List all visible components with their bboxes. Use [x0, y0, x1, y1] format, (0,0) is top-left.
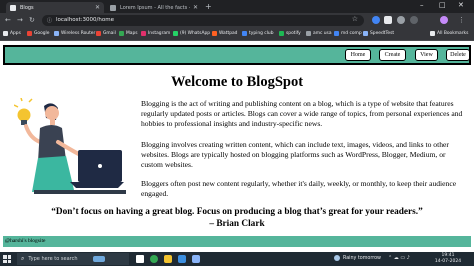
- browser-menu-icon[interactable]: ⋮: [458, 15, 465, 25]
- bookmark-speedtest[interactable]: SpeedtTest: [363, 31, 394, 36]
- bookmark-whatsapp[interactable]: (9) WhatsApp: [173, 31, 210, 36]
- task-view-icon[interactable]: [136, 255, 144, 263]
- blogger-illustration: [14, 98, 126, 194]
- tab-title: Blogs: [20, 4, 34, 11]
- address-bar[interactable]: ⓘ localhost:3000/home ☆: [42, 15, 364, 26]
- windows-start-icon[interactable]: [3, 255, 11, 263]
- bookmark-amc-usa[interactable]: amc usa: [306, 31, 332, 36]
- site-header: Home Create View Delete: [3, 45, 471, 65]
- bookmarks-bar: Apps Google Wireless Router Gmail Maps I…: [0, 28, 474, 41]
- bookmark-wattpad[interactable]: Wattpad: [212, 31, 237, 36]
- spotify-icon: [279, 31, 284, 36]
- google-icon: [27, 31, 32, 36]
- nav-home-button[interactable]: Home: [345, 49, 371, 61]
- close-window-icon[interactable]: ✕: [458, 1, 464, 9]
- site-info-icon[interactable]: ⓘ: [47, 17, 52, 24]
- taskbar-search-placeholder: Type here to search: [28, 256, 78, 262]
- tab-lorem-ipsum[interactable]: Lorem Ipsum - All the facts - L ✕: [106, 2, 202, 13]
- tab-close-icon[interactable]: ✕: [95, 4, 100, 11]
- whatsapp-icon: [173, 31, 178, 36]
- content-paragraph: Blogging involves creating written conte…: [141, 140, 449, 169]
- bookmark-typing-club[interactable]: typing club: [242, 31, 274, 36]
- amc-icon: [306, 31, 311, 36]
- extension-icon[interactable]: [372, 16, 380, 24]
- store-icon[interactable]: [192, 255, 200, 263]
- reload-icon[interactable]: ↻: [29, 15, 35, 25]
- weather-text: Rainy tomorrow: [343, 255, 381, 261]
- extensions-puzzle-icon[interactable]: [384, 16, 392, 24]
- maximize-icon[interactable]: □: [439, 1, 446, 9]
- taskbar-search-input[interactable]: ⌕ Type here to search: [17, 253, 129, 265]
- folder-icon: [430, 31, 435, 36]
- file-explorer-icon[interactable]: [164, 255, 172, 263]
- maps-icon: [119, 31, 124, 36]
- router-icon: [54, 31, 59, 36]
- system-tray-icons[interactable]: ⌃ ☁ ▭ ♪: [388, 255, 410, 261]
- bookmark-gmail[interactable]: Gmail: [96, 31, 116, 36]
- browser-tab-bar: Blogs ✕ Lorem Ipsum - All the facts - L …: [0, 0, 474, 13]
- nav-view-button[interactable]: View: [415, 49, 438, 61]
- bookmark-md-comp[interactable]: md comp: [334, 31, 362, 36]
- browser-toolbar: ← → ↻ ⓘ localhost:3000/home ☆ ⋮: [0, 13, 474, 28]
- frequency-paragraph: Bloggers often post new content regularl…: [141, 179, 457, 198]
- forward-arrow-icon[interactable]: →: [17, 15, 23, 25]
- speedtest-icon: [363, 31, 368, 36]
- clock-date: 14-07-2024: [434, 259, 462, 264]
- back-arrow-icon[interactable]: ←: [5, 15, 11, 25]
- lightbulb-icon: [14, 98, 33, 125]
- new-tab-plus-icon[interactable]: +: [205, 2, 212, 11]
- tab-favicon-icon: [10, 4, 16, 11]
- instagram-icon: [141, 31, 146, 36]
- tab-title: Lorem Ipsum - All the facts - L: [120, 4, 190, 11]
- gmail-icon: [96, 31, 101, 36]
- tab-favicon-icon: [110, 4, 116, 11]
- search-icon: ⌕: [21, 255, 25, 262]
- weather-widget[interactable]: Rainy tomorrow: [334, 255, 381, 261]
- bookmark-google[interactable]: Google: [27, 31, 49, 36]
- bookmark-apps[interactable]: Apps: [3, 31, 21, 36]
- site-footer: @harshi's blogsite: [3, 236, 471, 247]
- vscode-icon[interactable]: [178, 255, 186, 263]
- minimize-icon[interactable]: –: [420, 1, 424, 9]
- nav-delete-button[interactable]: Delete: [446, 49, 470, 61]
- search-highlight-icon: [93, 256, 105, 262]
- all-bookmarks[interactable]: All Bookmarks: [430, 31, 468, 36]
- bookmark-star-icon[interactable]: ☆: [352, 15, 358, 23]
- side-panel-icon[interactable]: [410, 16, 418, 24]
- wattpad-icon: [212, 31, 217, 36]
- bookmark-wireless-router[interactable]: Wireless Router: [54, 31, 95, 36]
- taskbar-clock[interactable]: 19:41 14-07-2024: [428, 253, 468, 265]
- laptop-icon: [70, 150, 124, 188]
- bookmark-spotify[interactable]: spotify: [279, 31, 301, 36]
- tab-blogs[interactable]: Blogs ✕: [6, 2, 104, 13]
- address-bar-url[interactable]: localhost:3000/home: [56, 16, 114, 25]
- downloads-icon[interactable]: [397, 16, 405, 24]
- windows-taskbar: ⌕ Type here to search Rainy tomorrow ⌃ ☁…: [0, 252, 474, 266]
- rain-cloud-icon: [334, 255, 340, 261]
- apps-grid-icon: [3, 31, 8, 36]
- tab-close-icon[interactable]: ✕: [193, 4, 198, 11]
- quote-text: “Don’t focus on having a great blog. Foc…: [51, 207, 423, 217]
- intro-paragraph: Blogging is the act of writing and publi…: [141, 99, 463, 128]
- page-title: Welcome to BlogSpot: [170, 74, 304, 90]
- chrome-icon[interactable]: [150, 255, 158, 263]
- profile-avatar[interactable]: [440, 16, 448, 24]
- bookmark-maps[interactable]: Maps: [119, 31, 138, 36]
- quote-author: – Brian Clark: [209, 219, 265, 229]
- md-comp-icon: [334, 31, 339, 36]
- nav-create-button[interactable]: Create: [379, 49, 406, 61]
- typing-club-icon: [242, 31, 247, 36]
- bookmark-instagram[interactable]: Instagram: [141, 31, 170, 36]
